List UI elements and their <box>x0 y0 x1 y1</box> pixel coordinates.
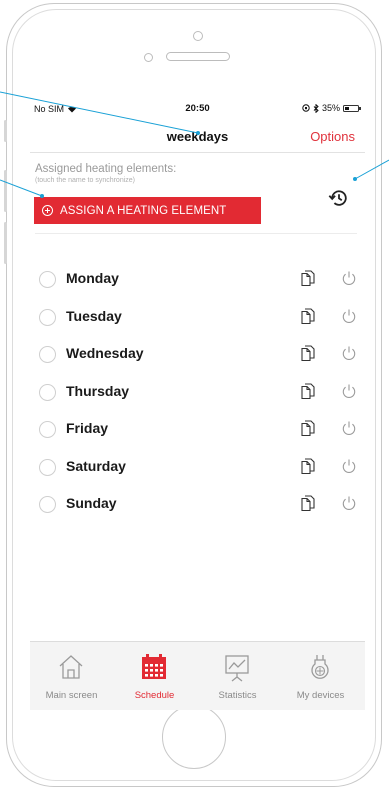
day-row[interactable]: Thursday <box>30 373 365 409</box>
copy-icon[interactable] <box>299 270 315 287</box>
phone-side-button <box>4 120 7 142</box>
day-radio-button[interactable] <box>39 496 56 513</box>
chart-board-icon <box>225 655 249 682</box>
section-divider <box>35 233 357 234</box>
copy-icon[interactable] <box>299 420 315 437</box>
day-label: Monday <box>66 270 119 286</box>
status-bar: No SIM 20:50 35% <box>30 100 365 118</box>
power-icon[interactable] <box>341 308 357 324</box>
copy-icon[interactable] <box>299 345 315 362</box>
home-icon <box>59 655 83 679</box>
copy-icon[interactable] <box>299 382 315 400</box>
day-label: Sunday <box>66 495 117 511</box>
battery-percent: 35% <box>321 103 340 113</box>
assign-heating-element-button[interactable]: ASSIGN A HEATING ELEMENT <box>34 197 261 224</box>
tab-my-devices[interactable]: My devices <box>279 642 362 710</box>
add-circle-icon <box>42 205 53 216</box>
day-label: Saturday <box>66 457 126 474</box>
sensor-icon <box>144 53 153 62</box>
day-row[interactable]: Friday <box>30 410 365 446</box>
assigned-hint: (touch the name to synchronize) <box>35 177 135 184</box>
tab-schedule[interactable]: Schedule <box>113 642 196 710</box>
plug-icon <box>311 655 329 679</box>
day-label: Friday <box>66 420 109 436</box>
day-row[interactable]: Sunday <box>30 485 365 521</box>
copy-icon[interactable] <box>299 307 315 325</box>
phone-side-button <box>4 170 7 212</box>
phone-side-button <box>4 222 7 264</box>
calendar-icon <box>142 654 166 679</box>
bluetooth-icon <box>313 103 319 113</box>
speaker-grille <box>166 52 230 61</box>
day-radio-button[interactable] <box>39 271 56 288</box>
power-icon[interactable] <box>341 495 357 511</box>
copy-icon[interactable] <box>299 457 315 475</box>
day-row[interactable]: Monday <box>30 260 365 296</box>
assign-button-label: ASSIGN A HEATING ELEMENT <box>60 204 227 217</box>
day-row[interactable]: Saturday <box>30 448 365 484</box>
day-row[interactable]: Tuesday <box>30 298 365 334</box>
tab-bar: Main screen Schedule Statistics My devic… <box>30 641 365 710</box>
tab-label: Schedule <box>134 690 175 701</box>
copy-icon[interactable] <box>299 495 315 512</box>
nav-bar: weekdays Options <box>30 124 365 150</box>
tab-statistics[interactable]: Statistics <box>196 642 279 710</box>
day-radio-button[interactable] <box>39 346 56 363</box>
home-button[interactable] <box>162 705 226 769</box>
day-radio-button[interactable] <box>39 421 56 438</box>
power-icon[interactable] <box>341 458 357 474</box>
day-label: Tuesday <box>66 307 122 324</box>
camera-icon <box>193 31 203 41</box>
day-label: Wednesday <box>66 345 144 361</box>
tab-label: Statistics <box>218 690 257 701</box>
day-radio-button[interactable] <box>39 308 56 326</box>
tab-label: Main screen <box>45 690 98 701</box>
power-icon[interactable] <box>341 383 357 399</box>
app-screen: No SIM 20:50 35% weekdays Options Assign… <box>30 100 365 710</box>
tab-main-screen[interactable]: Main screen <box>30 642 113 710</box>
battery-icon <box>343 104 361 112</box>
history-icon[interactable] <box>327 187 349 209</box>
power-icon[interactable] <box>341 345 357 361</box>
orientation-lock-icon <box>302 104 310 112</box>
tab-label: My devices <box>296 690 345 701</box>
power-icon[interactable] <box>341 270 357 286</box>
day-label: Thursday <box>66 382 130 399</box>
options-button[interactable]: Options <box>310 129 355 144</box>
nav-divider <box>30 152 365 153</box>
day-row[interactable]: Wednesday <box>30 335 365 371</box>
assigned-heading: Assigned heating elements: <box>35 163 177 175</box>
day-radio-button[interactable] <box>39 458 56 476</box>
power-icon[interactable] <box>341 420 357 436</box>
day-radio-button[interactable] <box>39 383 56 401</box>
status-right: 35% <box>302 103 361 113</box>
